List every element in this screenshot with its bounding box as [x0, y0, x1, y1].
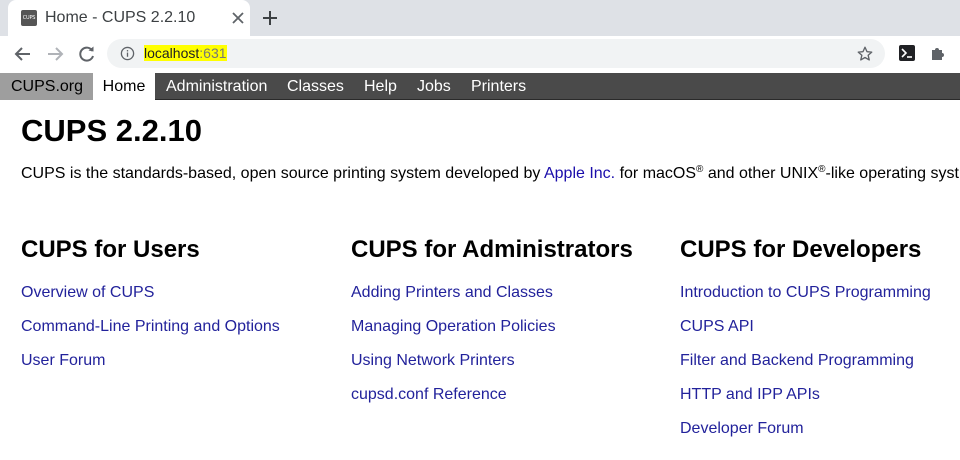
terminal-icon[interactable] [898, 44, 916, 62]
nav-printers[interactable]: Printers [471, 73, 526, 100]
intro-suffix: -like operating syst [825, 165, 959, 182]
admins-heading: CUPS for Administrators [351, 236, 633, 263]
browser-toolbar: localhost:631 [0, 36, 960, 72]
nav-classes[interactable]: Classes [287, 73, 344, 100]
developers-link[interactable]: HTTP and IPP APIs [680, 386, 820, 404]
url-text[interactable]: localhost:631 [144, 45, 227, 61]
intro-mid: for macOS [615, 165, 697, 182]
info-icon[interactable] [120, 46, 135, 61]
users-heading: CUPS for Users [21, 236, 200, 263]
nav-jobs[interactable]: Jobs [417, 73, 451, 100]
developers-link[interactable]: Introduction to CUPS Programming [680, 284, 931, 302]
developers-heading: CUPS for Developers [680, 236, 922, 263]
intro-mid2: and other UNIX [703, 165, 819, 182]
cups-nav-bar: CUPS.org Home Administration Classes Hel… [0, 73, 960, 100]
developers-link[interactable]: CUPS API [680, 318, 754, 336]
address-bar[interactable]: localhost:631 [107, 39, 885, 68]
page-title: CUPS 2.2.10 [21, 113, 202, 148]
reload-icon[interactable] [77, 44, 97, 64]
users-link[interactable]: Overview of CUPS [21, 284, 154, 302]
admins-link[interactable]: Using Network Printers [351, 352, 515, 370]
tab-title: Home - CUPS 2.2.10 [45, 9, 196, 26]
nav-cups-org[interactable]: CUPS.org [0, 73, 93, 100]
admins-link[interactable]: Adding Printers and Classes [351, 284, 553, 302]
intro-paragraph: CUPS is the standards-based, open source… [21, 164, 959, 183]
admins-link[interactable]: Managing Operation Policies [351, 318, 556, 336]
admins-link[interactable]: cupsd.conf Reference [351, 386, 507, 404]
users-link[interactable]: Command-Line Printing and Options [21, 318, 280, 336]
plus-icon[interactable] [260, 8, 280, 28]
close-icon[interactable] [229, 9, 247, 27]
nav-administration[interactable]: Administration [166, 73, 267, 100]
forward-arrow-icon[interactable] [45, 44, 65, 64]
developers-link[interactable]: Filter and Backend Programming [680, 352, 914, 370]
developers-link[interactable]: Developer Forum [680, 420, 804, 438]
browser-tab[interactable]: CUPS Home - CUPS 2.2.10 [8, 0, 250, 36]
apple-inc-link[interactable]: Apple Inc. [544, 165, 615, 182]
registered-mark: ® [818, 164, 826, 175]
tab-strip: CUPS Home - CUPS 2.2.10 [0, 0, 960, 36]
url-host: localhost [144, 45, 200, 61]
back-arrow-icon[interactable] [13, 44, 33, 64]
intro-prefix: CUPS is the standards-based, open source… [21, 165, 544, 182]
url-port: :631 [199, 45, 227, 61]
users-link[interactable]: User Forum [21, 352, 105, 370]
nav-help[interactable]: Help [364, 73, 397, 100]
puzzle-icon[interactable] [929, 44, 947, 62]
nav-home[interactable]: Home [93, 73, 155, 100]
star-icon[interactable] [856, 45, 874, 63]
cups-favicon-icon: CUPS [21, 10, 37, 26]
